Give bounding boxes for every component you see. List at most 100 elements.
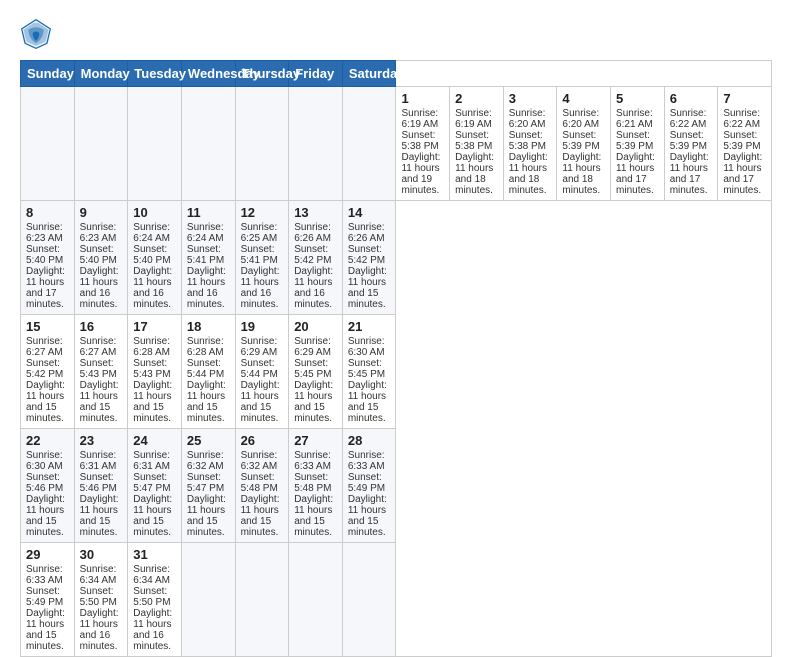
daylight-hours: Daylight: 11 hours and 16 minutes. xyxy=(80,266,119,310)
sunset-time: Sunset: 5:41 PM xyxy=(187,244,224,266)
daylight-hours: Daylight: 11 hours and 19 minutes. xyxy=(401,152,440,196)
sunset-time: Sunset: 5:39 PM xyxy=(723,130,760,152)
calendar-cell: 4 Sunrise: 6:20 AM Sunset: 5:39 PM Dayli… xyxy=(557,87,611,201)
sunset-time: Sunset: 5:48 PM xyxy=(294,472,331,494)
logo-icon xyxy=(20,18,52,50)
sunset-time: Sunset: 5:49 PM xyxy=(348,472,385,494)
day-number: 6 xyxy=(670,91,713,106)
calendar-cell: 12 Sunrise: 6:25 AM Sunset: 5:41 PM Dayl… xyxy=(235,201,289,315)
logo xyxy=(20,18,56,50)
day-number: 9 xyxy=(80,205,123,220)
sunset-time: Sunset: 5:38 PM xyxy=(455,130,492,152)
daylight-hours: Daylight: 11 hours and 15 minutes. xyxy=(26,494,65,538)
sunset-time: Sunset: 5:50 PM xyxy=(133,586,170,608)
day-number: 14 xyxy=(348,205,391,220)
calendar-table: SundayMondayTuesdayWednesdayThursdayFrid… xyxy=(20,60,772,657)
weekday-header: Monday xyxy=(74,61,128,87)
sunrise-time: Sunrise: 6:25 AM xyxy=(241,222,278,244)
sunset-time: Sunset: 5:45 PM xyxy=(348,358,385,380)
calendar-cell: 16 Sunrise: 6:27 AM Sunset: 5:43 PM Dayl… xyxy=(74,315,128,429)
daylight-hours: Daylight: 11 hours and 15 minutes. xyxy=(348,380,387,424)
sunrise-time: Sunrise: 6:33 AM xyxy=(294,450,331,472)
day-number: 20 xyxy=(294,319,337,334)
calendar-cell: 10 Sunrise: 6:24 AM Sunset: 5:40 PM Dayl… xyxy=(128,201,182,315)
day-number: 21 xyxy=(348,319,391,334)
daylight-hours: Daylight: 11 hours and 16 minutes. xyxy=(241,266,280,310)
calendar-cell xyxy=(235,87,289,201)
sunrise-time: Sunrise: 6:23 AM xyxy=(80,222,117,244)
daylight-hours: Daylight: 11 hours and 15 minutes. xyxy=(348,494,387,538)
calendar-cell: 15 Sunrise: 6:27 AM Sunset: 5:42 PM Dayl… xyxy=(21,315,75,429)
sunrise-time: Sunrise: 6:21 AM xyxy=(616,108,653,130)
calendar-cell: 5 Sunrise: 6:21 AM Sunset: 5:39 PM Dayli… xyxy=(611,87,665,201)
calendar-cell: 30 Sunrise: 6:34 AM Sunset: 5:50 PM Dayl… xyxy=(74,543,128,657)
daylight-hours: Daylight: 11 hours and 16 minutes. xyxy=(133,608,172,652)
calendar-cell: 29 Sunrise: 6:33 AM Sunset: 5:49 PM Dayl… xyxy=(21,543,75,657)
sunset-time: Sunset: 5:43 PM xyxy=(80,358,117,380)
calendar-cell xyxy=(74,87,128,201)
calendar-cell: 8 Sunrise: 6:23 AM Sunset: 5:40 PM Dayli… xyxy=(21,201,75,315)
header xyxy=(20,18,772,50)
sunrise-time: Sunrise: 6:31 AM xyxy=(133,450,170,472)
calendar-cell: 3 Sunrise: 6:20 AM Sunset: 5:38 PM Dayli… xyxy=(503,87,557,201)
day-number: 15 xyxy=(26,319,69,334)
sunrise-time: Sunrise: 6:30 AM xyxy=(26,450,63,472)
day-number: 18 xyxy=(187,319,230,334)
day-number: 4 xyxy=(562,91,605,106)
sunrise-time: Sunrise: 6:19 AM xyxy=(455,108,492,130)
calendar-cell: 27 Sunrise: 6:33 AM Sunset: 5:48 PM Dayl… xyxy=(289,429,343,543)
calendar-cell: 26 Sunrise: 6:32 AM Sunset: 5:48 PM Dayl… xyxy=(235,429,289,543)
sunrise-time: Sunrise: 6:28 AM xyxy=(133,336,170,358)
calendar-cell: 21 Sunrise: 6:30 AM Sunset: 5:45 PM Dayl… xyxy=(342,315,396,429)
day-number: 31 xyxy=(133,547,176,562)
daylight-hours: Daylight: 11 hours and 15 minutes. xyxy=(133,494,172,538)
sunrise-time: Sunrise: 6:26 AM xyxy=(294,222,331,244)
sunrise-time: Sunrise: 6:27 AM xyxy=(80,336,117,358)
day-number: 16 xyxy=(80,319,123,334)
sunrise-time: Sunrise: 6:19 AM xyxy=(401,108,438,130)
sunset-time: Sunset: 5:50 PM xyxy=(80,586,117,608)
calendar-cell xyxy=(342,87,396,201)
day-number: 7 xyxy=(723,91,766,106)
day-number: 29 xyxy=(26,547,69,562)
day-number: 12 xyxy=(241,205,284,220)
sunset-time: Sunset: 5:40 PM xyxy=(133,244,170,266)
sunset-time: Sunset: 5:39 PM xyxy=(616,130,653,152)
page: SundayMondayTuesdayWednesdayThursdayFrid… xyxy=(0,0,792,612)
day-number: 11 xyxy=(187,205,230,220)
calendar-cell: 31 Sunrise: 6:34 AM Sunset: 5:50 PM Dayl… xyxy=(128,543,182,657)
sunrise-time: Sunrise: 6:23 AM xyxy=(26,222,63,244)
sunrise-time: Sunrise: 6:22 AM xyxy=(723,108,760,130)
daylight-hours: Daylight: 11 hours and 15 minutes. xyxy=(241,380,280,424)
sunset-time: Sunset: 5:43 PM xyxy=(133,358,170,380)
sunrise-time: Sunrise: 6:34 AM xyxy=(80,564,117,586)
calendar-cell: 11 Sunrise: 6:24 AM Sunset: 5:41 PM Dayl… xyxy=(181,201,235,315)
daylight-hours: Daylight: 11 hours and 15 minutes. xyxy=(26,380,65,424)
calendar-cell: 9 Sunrise: 6:23 AM Sunset: 5:40 PM Dayli… xyxy=(74,201,128,315)
day-number: 5 xyxy=(616,91,659,106)
calendar-cell: 19 Sunrise: 6:29 AM Sunset: 5:44 PM Dayl… xyxy=(235,315,289,429)
day-number: 8 xyxy=(26,205,69,220)
sunrise-time: Sunrise: 6:33 AM xyxy=(26,564,63,586)
calendar-cell: 18 Sunrise: 6:28 AM Sunset: 5:44 PM Dayl… xyxy=(181,315,235,429)
calendar-cell: 17 Sunrise: 6:28 AM Sunset: 5:43 PM Dayl… xyxy=(128,315,182,429)
calendar-cell xyxy=(235,543,289,657)
sunrise-time: Sunrise: 6:22 AM xyxy=(670,108,707,130)
sunrise-time: Sunrise: 6:32 AM xyxy=(241,450,278,472)
sunset-time: Sunset: 5:38 PM xyxy=(401,130,438,152)
daylight-hours: Daylight: 11 hours and 16 minutes. xyxy=(187,266,226,310)
sunset-time: Sunset: 5:44 PM xyxy=(241,358,278,380)
calendar-cell: 6 Sunrise: 6:22 AM Sunset: 5:39 PM Dayli… xyxy=(664,87,718,201)
calendar-week-row: 29 Sunrise: 6:33 AM Sunset: 5:49 PM Dayl… xyxy=(21,543,772,657)
daylight-hours: Daylight: 11 hours and 17 minutes. xyxy=(26,266,65,310)
calendar-cell: 23 Sunrise: 6:31 AM Sunset: 5:46 PM Dayl… xyxy=(74,429,128,543)
calendar-week-row: 1 Sunrise: 6:19 AM Sunset: 5:38 PM Dayli… xyxy=(21,87,772,201)
weekday-header: Sunday xyxy=(21,61,75,87)
calendar-cell: 7 Sunrise: 6:22 AM Sunset: 5:39 PM Dayli… xyxy=(718,87,772,201)
day-number: 22 xyxy=(26,433,69,448)
calendar-cell: 14 Sunrise: 6:26 AM Sunset: 5:42 PM Dayl… xyxy=(342,201,396,315)
calendar-cell: 24 Sunrise: 6:31 AM Sunset: 5:47 PM Dayl… xyxy=(128,429,182,543)
sunset-time: Sunset: 5:41 PM xyxy=(241,244,278,266)
daylight-hours: Daylight: 11 hours and 16 minutes. xyxy=(80,608,119,652)
sunset-time: Sunset: 5:38 PM xyxy=(509,130,546,152)
